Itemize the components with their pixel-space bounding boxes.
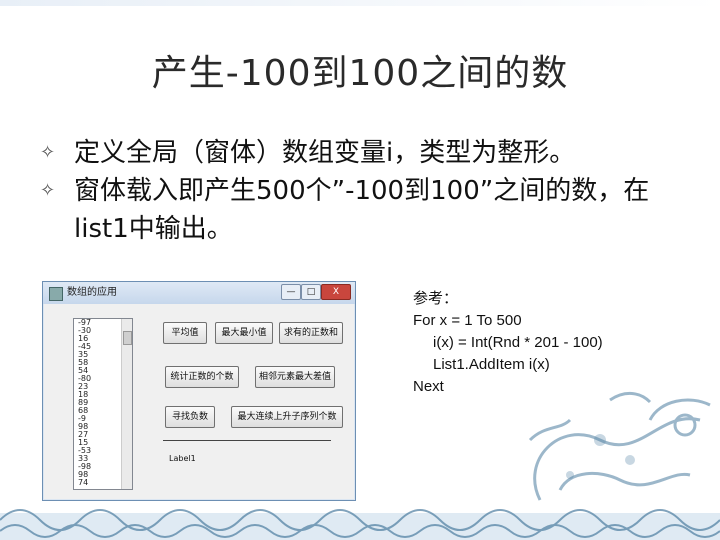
close-button[interactable]: X [321, 284, 351, 300]
bullet-text: 窗体载入即产生500个”-100到100”之间的数，在list1中输出。 [74, 176, 650, 244]
window-titlebar: 数组的应用 — □ X [43, 282, 355, 304]
maximize-button[interactable]: □ [301, 284, 321, 300]
code-line: 参考： [413, 290, 459, 307]
minimize-button[interactable]: — [281, 284, 301, 300]
scroll-thumb[interactable] [123, 331, 132, 345]
divider-line [163, 440, 331, 441]
window-title: 数组的应用 [67, 287, 117, 298]
sparkle-bullet-icon: ✧ [40, 180, 56, 201]
slide-title: 产生-100到100之间的数 [151, 53, 569, 94]
bullet-text: 定义全局（窗体）数组变量i，类型为整形。 [74, 138, 576, 168]
positive-sum-button[interactable]: 求有的正数和 [279, 322, 343, 344]
find-negative-button[interactable]: 寻找负数 [165, 406, 215, 428]
app-window-screenshot: 数组的应用 — □ X -97 -30 16 -45 35 58 54 -80 23 18 89 68… [42, 281, 356, 501]
bullet-list: ✧ 定义全局（窗体）数组变量i，类型为整形。 ✧ 窗体载入即产生500个”-10… [40, 134, 690, 248]
code-line: List1.AddItem i(x) [433, 356, 550, 373]
sparkle-bullet-icon: ✧ [40, 142, 56, 163]
code-line: i(x) = Int(Rnd * 201 - 100) [433, 334, 603, 351]
code-line: For x = 1 To 500 [413, 312, 522, 329]
average-button[interactable]: 平均值 [163, 322, 207, 344]
wave-border-decoration [0, 509, 720, 540]
listbox-scrollbar[interactable] [121, 319, 132, 489]
longest-increasing-button[interactable]: 最大连续上升子序列个数 [231, 406, 343, 428]
bullet-item: ✧ 定义全局（窗体）数组变量i，类型为整形。 [40, 134, 690, 172]
bullet-item: ✧ 窗体载入即产生500个”-100到100”之间的数，在list1中输出。 [40, 172, 690, 248]
app-icon [49, 287, 63, 301]
max-adjacent-diff-button[interactable]: 相邻元素最大差值 [255, 366, 335, 388]
result-label: Label1 [169, 454, 196, 463]
max-min-button[interactable]: 最大最小值 [215, 322, 273, 344]
top-band [0, 0, 720, 6]
number-listbox[interactable]: -97 -30 16 -45 35 58 54 -80 23 18 89 68 -9 98 27 15 -53 3… [73, 318, 133, 490]
count-positive-button[interactable]: 统计正数的个数 [165, 366, 239, 388]
